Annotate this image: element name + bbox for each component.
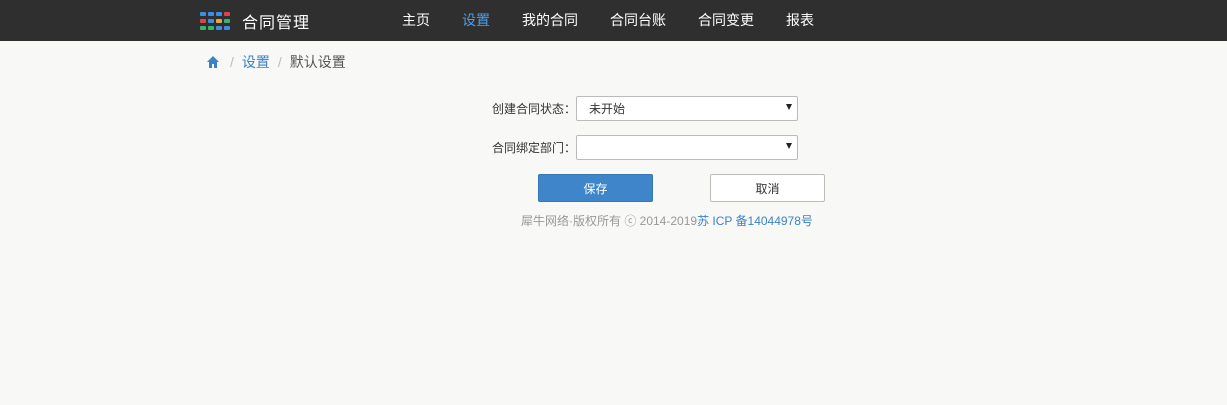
nav-item-contract-ledger[interactable]: 合同台账 [594,0,682,41]
breadcrumb-settings-link[interactable]: 设置 [242,52,270,72]
home-icon[interactable] [206,55,220,69]
status-row: 创建合同状态： 未开始 [488,96,798,121]
dropdown-arrow-icon [786,104,792,110]
breadcrumb: / 设置 / 默认设置 [206,52,346,72]
department-label: 合同绑定部门： [491,141,576,155]
copyright-text: 犀牛网络·版权所有 ⓒ 2014-2019 [521,214,698,228]
app-title: 合同管理 [242,15,311,32]
nav-item-settings[interactable]: 设置 [446,0,506,41]
breadcrumb-current: 默认设置 [289,54,346,70]
nav-item-home[interactable]: 主页 [386,0,446,41]
top-navbar: 合同管理 主页 设置 我的合同 合同台账 合同变更 报表 [0,0,1227,41]
nav-item-contract-changes[interactable]: 合同变更 [682,0,770,41]
icp-link[interactable]: 苏 ICP 备14044978号 [697,214,813,228]
cancel-button[interactable]: 取消 [710,174,825,202]
dropdown-arrow-icon [786,143,792,149]
app-logo-icon [200,12,230,30]
save-button[interactable]: 保存 [538,174,653,202]
status-select-value: 未开始 [589,102,626,116]
nav-item-reports[interactable]: 报表 [770,0,830,41]
department-select[interactable] [576,135,798,160]
brand[interactable]: 合同管理 [200,10,310,32]
footer: 犀牛网络·版权所有 ⓒ 2014-2019苏 ICP 备14044978号 [521,212,813,229]
status-select[interactable]: 未开始 [576,96,798,121]
breadcrumb-separator: / [230,54,234,70]
department-row: 合同绑定部门： [488,135,798,160]
nav-item-my-contracts[interactable]: 我的合同 [506,0,594,41]
status-label: 创建合同状态： [491,102,576,116]
breadcrumb-separator: / [277,54,282,70]
main-nav: 主页 设置 我的合同 合同台账 合同变更 报表 [386,0,830,41]
